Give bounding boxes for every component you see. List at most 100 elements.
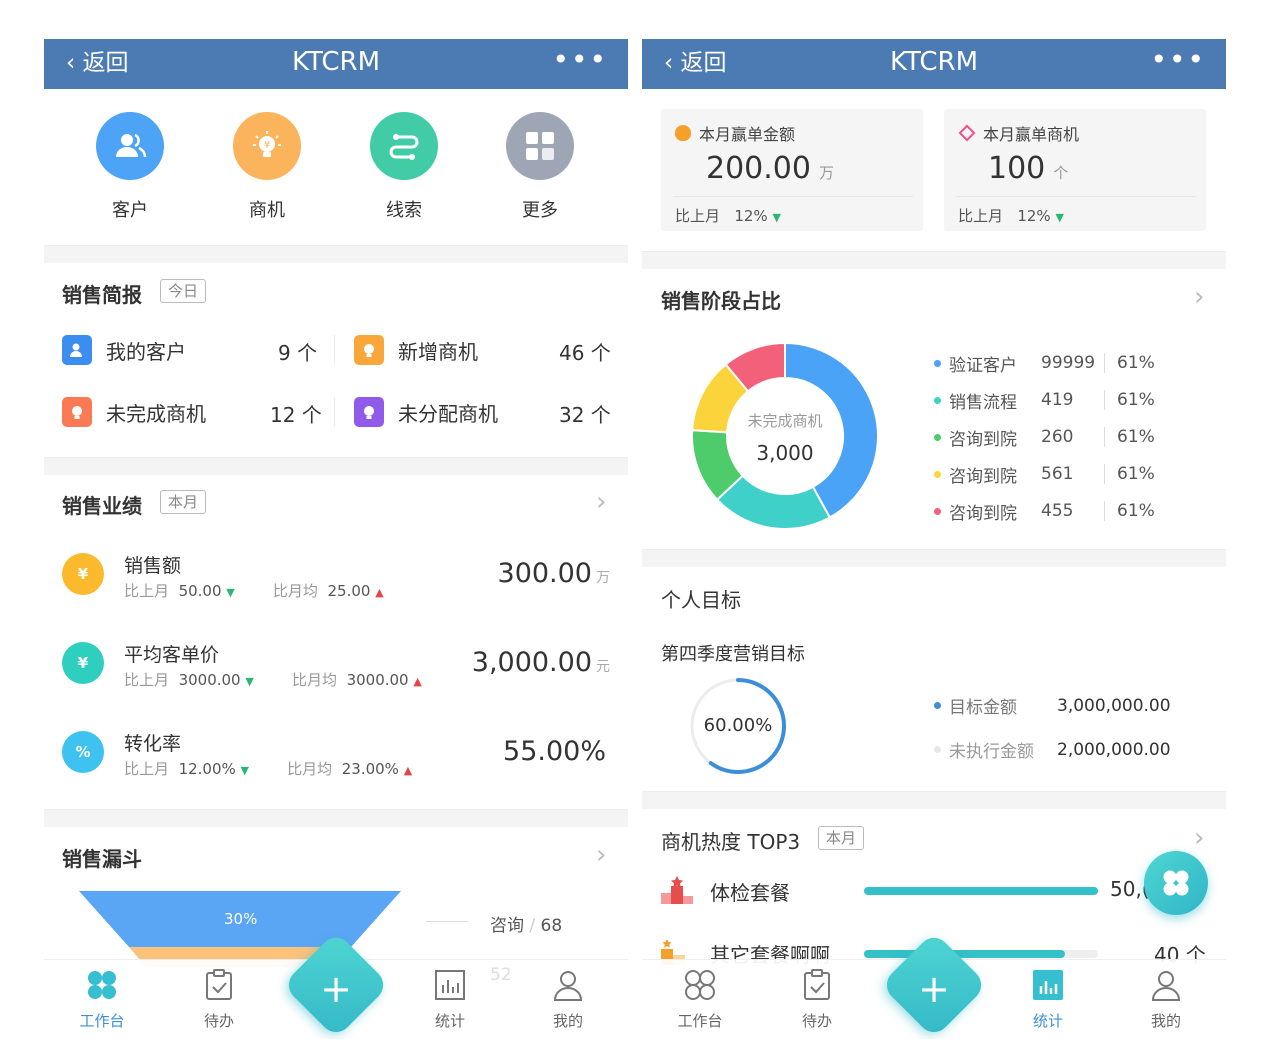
lightbulb-icon: ¥ [233, 112, 301, 180]
tab-bar: 工作台 待办 + 统计 我的 [44, 931, 628, 1039]
brief-title: 销售简报 [62, 283, 142, 307]
legend-pct: 61% [1117, 390, 1155, 410]
month-tag: 本月 [818, 826, 865, 850]
card-value: 100 个 [988, 151, 1069, 186]
quick-customer[interactable]: 客户 [96, 112, 164, 222]
legend-value: 455 [1041, 501, 1105, 521]
hot-bar-fill [864, 887, 1098, 895]
app-title: KTCRM [889, 47, 979, 77]
tab-todo[interactable]: 待办 [179, 968, 259, 1031]
perf-compare: 比上月 50.00 ▼ 比月均 25.00 ▲ [124, 582, 384, 600]
legend-value: 260 [1041, 427, 1105, 447]
chart-icon [435, 970, 465, 1000]
donut-center-label: 未完成商机 [747, 412, 823, 430]
brief-value: 12 个 [270, 403, 322, 427]
perf-name: 转化率 [124, 733, 182, 755]
legend-item: 咨询到院 455 61% [934, 499, 1155, 524]
divider [642, 791, 1226, 809]
tab-mine[interactable]: 我的 [528, 968, 608, 1031]
tab-workbench[interactable]: 工作台 [660, 968, 740, 1031]
svg-text:¥: ¥ [264, 140, 270, 151]
hot-item-name: 体检套餐 [710, 881, 790, 905]
tab-mine[interactable]: 我的 [1126, 968, 1206, 1031]
clover-outline-icon [685, 970, 715, 1000]
funnel-title: 销售漏斗 [62, 847, 142, 871]
person-icon [553, 971, 583, 1001]
user-icon [62, 335, 92, 365]
funnel-pct: 30% [224, 910, 258, 928]
perf-compare: 比上月 12.00% ▼ 比月均 23.00% ▲ [124, 760, 413, 778]
legend-label: 咨询到院 [949, 429, 1017, 450]
legend-value: 561 [1041, 464, 1105, 484]
chevron-right-icon[interactable]: › [596, 489, 606, 515]
legend-pct: 61% [1117, 501, 1155, 521]
legend-label: 咨询到院 [949, 466, 1017, 487]
legend-pct: 61% [1117, 427, 1155, 447]
brief-item-new-opps[interactable]: 新增商机 [354, 333, 478, 367]
quick-lead[interactable]: 线索 [370, 112, 438, 222]
column-divider [334, 335, 335, 365]
chevron-right-icon[interactable]: › [596, 842, 606, 868]
right-screen: ‹ 返回 KTCRM ••• 本月赢单金额 200.00 万 比上月 12% ▼ … [642, 39, 1226, 1039]
brief-item-unfinished-opps[interactable]: 未完成商机 [62, 395, 206, 429]
brief-label: 我的客户 [106, 339, 186, 364]
yen-icon: ¥ [62, 642, 104, 684]
legend-dot [934, 507, 941, 515]
tab-todo[interactable]: 待办 [777, 968, 857, 1031]
perf-value: 3,000.00 元 [471, 647, 610, 678]
divider [44, 809, 628, 827]
lightbulb-icon [62, 397, 92, 427]
brief-label: 未分配商机 [398, 401, 498, 426]
stage-title: 销售阶段占比 [661, 289, 781, 313]
card-divider [673, 196, 913, 197]
perf-name: 销售额 [124, 555, 182, 577]
grid-icon [506, 112, 574, 180]
legend-pct: 61% [1117, 464, 1155, 484]
hot-title: 商机热度 TOP3 [661, 830, 801, 854]
won-opps-card[interactable]: 本月赢单商机 100 个 比上月 12% ▼ [944, 109, 1206, 231]
chevron-right-icon[interactable]: › [1194, 284, 1204, 310]
card-compare: 比上月 12% ▼ [958, 207, 1064, 225]
legend-label: 咨询到院 [949, 503, 1017, 524]
legend-value: 419 [1041, 390, 1105, 410]
hot-bar-fill [864, 950, 1066, 958]
more-menu-icon[interactable]: ••• [1150, 43, 1206, 77]
perf-name: 平均客单价 [124, 644, 220, 666]
tab-bar: 工作台 待办 + 统计 我的 [642, 931, 1226, 1039]
lightbulb-icon [354, 335, 384, 365]
quick-label: 商机 [249, 200, 285, 221]
stage-donut-chart [691, 341, 879, 530]
month-tag: 本月 [160, 490, 207, 514]
nav-bar: ‹ 返回 KTCRM ••• [642, 39, 1226, 89]
diamond-icon [958, 124, 976, 142]
legend-item: 验证客户 99999 61% [934, 351, 1155, 376]
more-menu-icon[interactable]: ••• [552, 43, 608, 77]
tab-stats[interactable]: 统计 [1008, 968, 1088, 1031]
brief-item-unassigned-opps[interactable]: 未分配商机 [354, 395, 498, 429]
column-divider [334, 397, 335, 427]
clover-icon [88, 971, 116, 999]
tab-stats[interactable]: 统计 [410, 968, 490, 1031]
card-compare: 比上月 12% ▼ [675, 207, 781, 225]
chevron-right-icon[interactable]: › [1194, 825, 1204, 851]
won-amount-card[interactable]: 本月赢单金额 200.00 万 比上月 12% ▼ [661, 109, 923, 231]
donut-center-value: 3,000 [756, 441, 814, 465]
divider [642, 251, 1226, 269]
legend-pct: 61% [1117, 353, 1155, 373]
brief-item-my-customers[interactable]: 我的客户 [62, 333, 186, 367]
funnel-second-value: 52 [490, 965, 512, 985]
route-icon [370, 112, 438, 180]
clipboard-icon [804, 969, 830, 1000]
quick-opportunity[interactable]: ¥ 商机 [233, 112, 301, 222]
floating-menu-button[interactable] [1144, 851, 1208, 915]
quick-more[interactable]: 更多 [506, 112, 574, 222]
quick-label: 客户 [112, 200, 148, 221]
lightbulb-icon [354, 397, 384, 427]
divider [44, 245, 628, 263]
goal-remaining: 未执行金额 2,000,000.00 [934, 737, 1171, 762]
card-title: 本月赢单商机 [958, 121, 1079, 145]
nav-bar: ‹ 返回 KTCRM ••• [44, 39, 628, 89]
divider [44, 457, 628, 475]
tab-workbench[interactable]: 工作台 [62, 968, 142, 1031]
legend-item: 咨询到院 260 61% [934, 425, 1155, 450]
